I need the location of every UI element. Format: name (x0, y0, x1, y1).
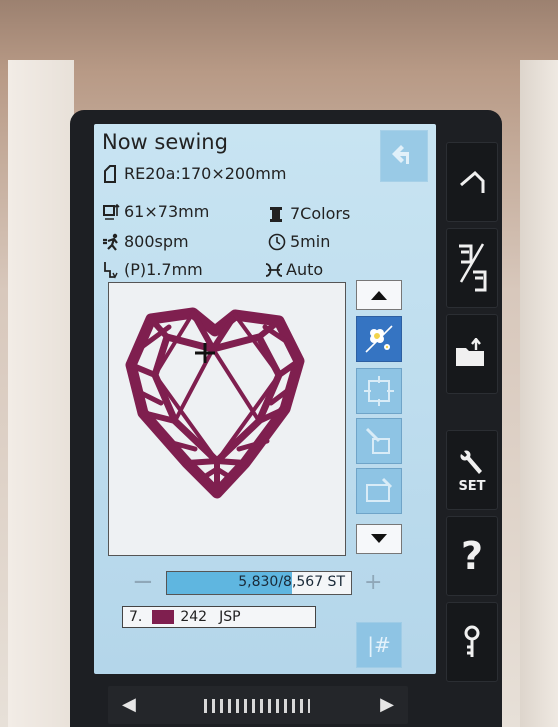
triangle-up-icon (371, 291, 387, 300)
wrench-icon (460, 449, 482, 474)
presser-foot-icon (102, 261, 120, 279)
lcd-screen: Now sewing RE20a:170×200mm 61×73mm 7Colo… (94, 124, 436, 674)
thread-spool-icon (268, 205, 286, 223)
thread-code: 242 (180, 609, 208, 625)
edit-button[interactable] (446, 228, 498, 308)
stitch-forward-button[interactable]: + (364, 570, 382, 595)
tension-row: Auto (264, 260, 323, 279)
design-size: 61×73mm (124, 202, 210, 221)
frame-arrows-icon (364, 376, 394, 406)
flower-mode-button[interactable] (356, 316, 402, 362)
scroll-down-button[interactable] (356, 524, 402, 554)
hoop-corner-icon (366, 477, 393, 502)
sewing-time: 5min (290, 232, 331, 251)
trial-button[interactable] (356, 418, 402, 464)
machine-body-right (520, 60, 558, 727)
triangle-down-icon (371, 534, 387, 543)
sewing-speed: 800spm (124, 232, 189, 251)
running-figure-icon (102, 233, 120, 251)
time-row: 5min (268, 232, 330, 251)
stitch-back-button[interactable]: − (132, 569, 154, 595)
thread-index: 7. (129, 609, 143, 625)
lock-button[interactable] (446, 602, 498, 682)
thread-brand: JSP (219, 609, 241, 625)
colors-row: 7Colors (268, 204, 350, 223)
thread-tension: Auto (286, 260, 324, 279)
page-navigation: ◀ ▶ (108, 686, 408, 724)
design-size-row: 61×73mm (102, 202, 209, 221)
home-button[interactable] (446, 142, 498, 222)
heart-design-icon (125, 307, 305, 499)
help-button[interactable]: ? (446, 516, 498, 596)
design-name: RE20a:170×200mm (124, 164, 287, 183)
nav-left-arrow-icon[interactable]: ◀ (122, 694, 136, 715)
needle-frame-icon (365, 427, 390, 454)
frame-move-button[interactable] (356, 368, 402, 414)
stitch-progress: 5,830/8,567 ST (166, 571, 352, 595)
sewing-machine-panel: Now sewing RE20a:170×200mm 61×73mm 7Colo… (0, 0, 558, 727)
folder-upload-icon (456, 338, 484, 366)
thread-color-swatch (152, 610, 175, 624)
screen-title: Now sewing (102, 130, 228, 154)
presser-row: (P)1.7mm (102, 260, 203, 279)
return-arrow-icon (392, 145, 409, 164)
settings-label: SET (458, 478, 486, 494)
size-icon (102, 203, 120, 221)
tension-icon (264, 261, 283, 279)
design-info-row: RE20a:170×200mm (102, 164, 286, 183)
jump-stitch-button[interactable]: |# (356, 622, 402, 668)
machine-body-left (8, 60, 74, 727)
start-point-button[interactable] (356, 468, 402, 514)
scroll-up-button[interactable] (356, 280, 402, 310)
embroidery-frame-icon (102, 164, 120, 183)
presser-height: (P)1.7mm (124, 260, 203, 279)
save-button[interactable] (446, 314, 498, 394)
nav-right-arrow-icon[interactable]: ▶ (380, 694, 394, 715)
stitch-count: 5,830/8,567 ST (238, 574, 345, 590)
embroidery-preview (108, 282, 346, 556)
nav-slider[interactable] (204, 699, 310, 713)
settings-button[interactable]: SET (446, 430, 498, 510)
current-thread: 7. 242 JSP (122, 606, 316, 628)
back-button[interactable] (380, 130, 428, 182)
pattern-edit-icon (459, 243, 487, 292)
color-count: 7Colors (290, 204, 351, 223)
home-arrow-icon (460, 170, 485, 193)
clock-icon (268, 233, 286, 251)
flower-icon (365, 325, 393, 353)
key-icon (464, 625, 480, 657)
speed-row: 800spm (102, 232, 189, 251)
